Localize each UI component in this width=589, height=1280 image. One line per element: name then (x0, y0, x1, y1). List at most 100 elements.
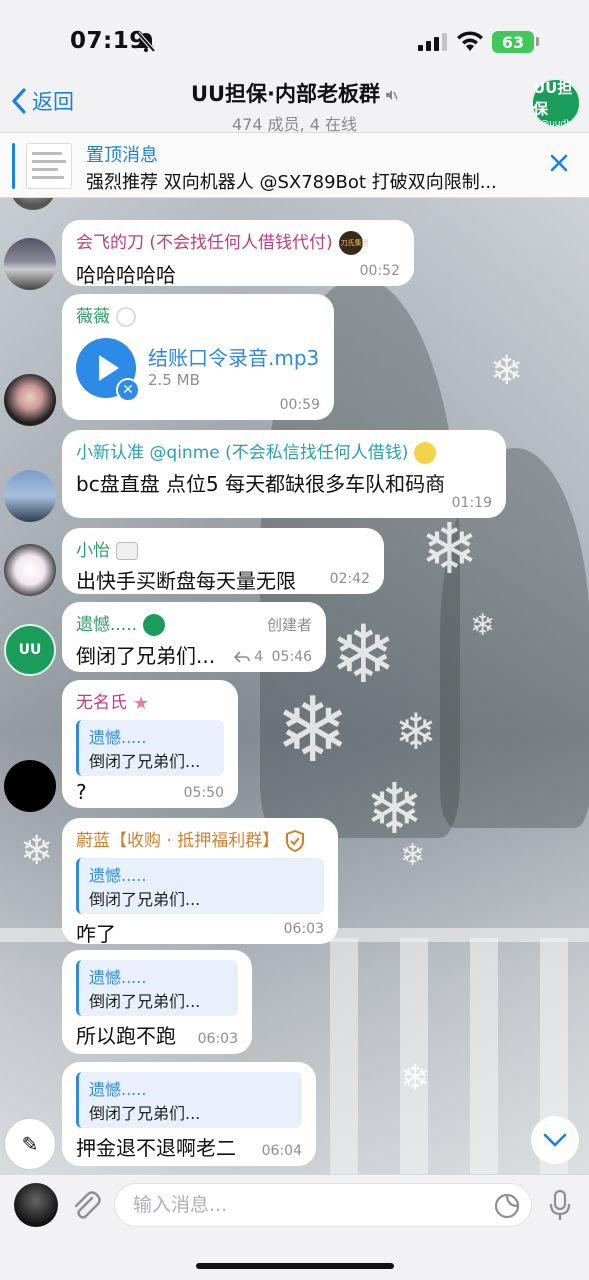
message-bubble[interactable]: 薇薇 ✕ 结账口令录音.mp3 2.5 MB 00:59 (62, 294, 334, 420)
reply-icon (233, 651, 250, 663)
signal-icon (418, 33, 447, 51)
sender-name: 遗憾..... (76, 615, 138, 635)
message-time: 00:59 (279, 397, 320, 413)
sender-name: 无名氏 (76, 693, 127, 713)
quote-author: 遗憾..... (89, 866, 147, 885)
message-bubble[interactable]: 蔚蓝【收购 · 抵押福利群】 遗憾..... 倒闭了兄弟们... 咋了 06:0… (62, 818, 338, 946)
chat-title: UU担保·内部老板群 (190, 82, 381, 106)
sender-badge-label: 刀氏集团 (340, 239, 369, 247)
sender-name: 蔚蓝【收购 · 抵押福利群】 (76, 831, 280, 851)
group-avatar-label: UU担保 (533, 79, 573, 118)
battery-indicator: 63 (492, 31, 534, 53)
bg-snowflake: ❄ (400, 1058, 431, 1099)
message-time: 05:50 (183, 785, 224, 801)
paperclip-icon[interactable] (70, 1189, 102, 1223)
pinned-text: 强烈推荐 双向机器人 @SX789Bot 打破双向限制... (86, 172, 497, 193)
sender-badge-icon (116, 542, 138, 560)
battery-tip (536, 37, 539, 46)
sender-name: 会飞的刀 (不会找任何人借钱代付) (76, 233, 333, 253)
reply-quote[interactable]: 遗憾..... 倒闭了兄弟们... (76, 858, 324, 914)
scroll-to-bottom-button[interactable] (531, 1116, 579, 1164)
chat-title-area[interactable]: UU担保·内部老板群 474 成员, 4 在线 (120, 78, 469, 135)
bg-snowflake: ❄ (275, 678, 351, 783)
status-time: 07:19 (70, 28, 146, 54)
file-name: 结账口令录音.mp3 (148, 346, 320, 370)
message-bubble[interactable]: 遗憾..... 倒闭了兄弟们... 所以跑不跑 06:03 (62, 950, 252, 1054)
group-avatar[interactable]: UU担保 @uudb (531, 78, 581, 129)
message-sender: 薇薇 (76, 302, 320, 327)
home-indicator (196, 1263, 394, 1269)
cancel-download-icon[interactable]: ✕ (116, 378, 140, 402)
message-time: 06:04 (261, 1143, 302, 1159)
send-as-avatar[interactable] (14, 1183, 58, 1227)
bg-snowflake: ❄ (470, 608, 496, 643)
sender-badge-icon (143, 614, 166, 636)
sticker-icon[interactable] (494, 1193, 520, 1219)
chat-header: 返回 UU担保·内部老板群 474 成员, 4 在线 UU担保 @uudb (0, 70, 589, 135)
message-time: 00:52 (359, 263, 400, 279)
message-text: bc盘直盘 点位5 每天都缺很多车队和码商 (76, 472, 446, 496)
bg-snowflake: ❄ (420, 508, 479, 590)
verified-shield-icon (286, 830, 305, 852)
bg-fence (470, 938, 498, 1174)
message-sender: 蔚蓝【收购 · 抵押福利群】 (76, 826, 324, 852)
star-icon: ★ (133, 692, 150, 714)
avatar[interactable] (4, 544, 56, 596)
message-time: 05:46 (271, 649, 312, 665)
reply-quote[interactable]: 遗憾..... 倒闭了兄弟们... (76, 719, 224, 776)
message-composer (0, 1174, 589, 1280)
message-bubble[interactable]: 小怡 出快手买断盘每天量无限 02:42 (62, 528, 384, 594)
bg-snowflake: ❄ (20, 828, 54, 874)
back-label: 返回 (32, 90, 74, 114)
audio-file-button[interactable]: ✕ (76, 338, 140, 402)
sender-name: 小怡 (76, 541, 110, 561)
bg-fence (400, 938, 428, 1174)
chevron-down-icon (543, 1133, 567, 1147)
pinned-title: 置顶消息 (86, 145, 158, 166)
sender-name: 小新认准 @qinme (不会私信找任何人借钱) (76, 443, 409, 463)
message-time: 06:03 (197, 1031, 238, 1047)
message-bubble[interactable]: 遗憾..... 创建者 倒闭了兄弟们... 4 05:46 (62, 602, 326, 672)
avatar[interactable] (4, 238, 56, 290)
muted-icon (386, 90, 398, 100)
avatar[interactable] (4, 470, 56, 522)
avatar[interactable]: UU (4, 624, 56, 676)
reply-quote[interactable]: 遗憾..... 倒闭了兄弟们... (76, 960, 238, 1016)
pinned-indicator (12, 143, 15, 189)
message-bubble[interactable]: 小新认准 @qinme (不会私信找任何人借钱) bc盘直盘 点位5 每天都缺很… (62, 430, 506, 518)
message-bubble[interactable]: 遗憾..... 倒闭了兄弟们... 押金退不退啊老二 06:04 (62, 1062, 316, 1166)
avatar[interactable]: ✎ (4, 1118, 56, 1170)
message-time: 02:42 (329, 571, 370, 587)
quote-author: 遗憾..... (89, 968, 147, 987)
quote-text: 倒闭了兄弟们... (89, 1104, 201, 1123)
quote-text: 倒闭了兄弟们... (89, 890, 201, 909)
message-meta: 4 05:46 (233, 649, 312, 665)
admin-role-label: 创建者 (266, 616, 312, 634)
wifi-icon (457, 31, 483, 51)
message-time: 06:03 (283, 921, 324, 937)
battery-level: 63 (501, 32, 525, 52)
chat-area[interactable]: ❄ ❄ ❄ ❄ ❄ ❄ ❄ ❄ ❄ ❄ 会飞的刀 (不会找任何人借钱代付) 刀氏集… (0, 198, 589, 1174)
quote-author: 遗憾..... (89, 727, 147, 747)
avatar[interactable] (4, 374, 56, 426)
back-button[interactable]: 返回 (10, 86, 74, 116)
file-size: 2.5 MB (148, 371, 200, 389)
quote-author: 遗憾..... (89, 1080, 147, 1099)
group-avatar-handle: @uudb (540, 119, 572, 129)
message-input[interactable] (114, 1183, 532, 1227)
close-icon[interactable] (549, 153, 569, 173)
avatar[interactable] (10, 198, 56, 210)
message-bubble[interactable]: 无名氏 ★ 遗憾..... 倒闭了兄弟们... ? 05:50 (62, 680, 238, 808)
message-text: 出快手买断盘每天量无限 (76, 569, 296, 593)
silent-bell-icon (136, 31, 156, 53)
avatar[interactable] (4, 760, 56, 812)
reply-quote[interactable]: 遗憾..... 倒闭了兄弟们... (76, 1072, 302, 1128)
pinned-message-bar[interactable]: 置顶消息 强烈推荐 双向机器人 @SX789Bot 打破双向限制... (0, 132, 589, 198)
message-sender: 小新认准 @qinme (不会私信找任何人借钱) (76, 438, 492, 464)
chevron-left-icon (12, 88, 26, 114)
bg-fence (330, 938, 358, 1174)
message-bubble[interactable]: 会飞的刀 (不会找任何人借钱代付) 刀氏集团 哈哈哈哈哈 00:52 (62, 220, 414, 287)
bg-snowflake: ❄ (400, 838, 426, 873)
message-time: 01:19 (451, 495, 492, 511)
microphone-icon[interactable] (548, 1189, 572, 1223)
